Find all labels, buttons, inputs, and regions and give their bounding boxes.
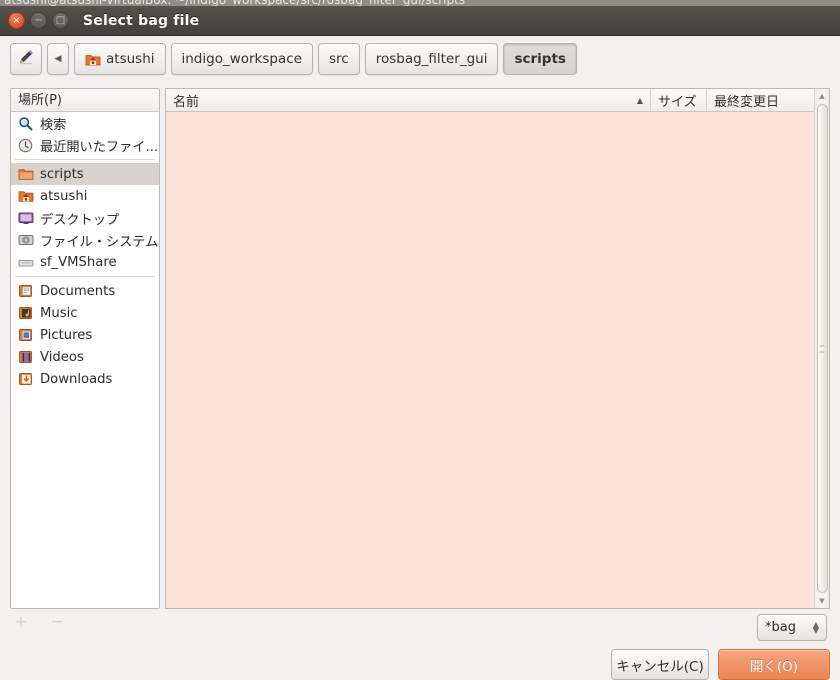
downloads-icon (17, 371, 34, 387)
file-chooser-dialog: ◀ atsushi indigo_workspace src rosbag_fi… (0, 36, 840, 680)
sidebar-item-label: 最近開いたファイ... (40, 139, 159, 155)
breadcrumb-src[interactable]: src (317, 43, 360, 75)
scroll-down-icon[interactable]: ▼ (815, 594, 829, 608)
sidebar-item-label: Music (40, 305, 78, 321)
bookmark-controls: + − (14, 614, 65, 631)
breadcrumb-scripts[interactable]: scripts (503, 43, 577, 75)
window-title: Select bag file (83, 12, 200, 29)
home-folder-icon (85, 52, 101, 66)
sidebar-separator (15, 159, 155, 160)
path-back-button[interactable]: ◀ (47, 43, 69, 75)
column-header-name-label: 名前 (173, 94, 200, 110)
sidebar-item-label: atsushi (40, 188, 88, 204)
sidebar-item-filesystem[interactable]: ファイル・システム (11, 229, 159, 251)
sidebar-item-downloads[interactable]: Downloads (11, 368, 159, 390)
column-header-size[interactable]: サイズ (651, 89, 707, 111)
cancel-button[interactable]: キャンセル(C) (611, 649, 709, 680)
path-bar: ◀ atsushi indigo_workspace src rosbag_fi… (10, 42, 577, 76)
file-list-pane: 名前 ▲ サイズ 最終変更日 ▲ ▼ (165, 88, 830, 609)
sidebar-item-label: Downloads (40, 371, 113, 387)
sidebar-item-desktop[interactable]: デスクトップ (11, 207, 159, 229)
drive-icon (17, 254, 34, 270)
places-header: 場所(P) (11, 89, 159, 112)
videos-icon (17, 349, 34, 365)
sidebar-item-label: Documents (40, 283, 116, 299)
breadcrumb-rosbag_filter_gui[interactable]: rosbag_filter_gui (364, 43, 499, 75)
breadcrumb-atsushi[interactable]: atsushi (74, 43, 166, 75)
scroll-up-icon[interactable]: ▲ (815, 89, 829, 103)
sidebar-item-label: sf_VMShare (40, 254, 117, 270)
minimize-icon[interactable]: − (30, 12, 47, 29)
sidebar-item-search[interactable]: 検索 (11, 112, 159, 134)
desktop-icon (17, 210, 34, 226)
sidebar-separator (15, 276, 155, 277)
open-button[interactable]: 開く(O) (718, 649, 830, 680)
sort-ascending-icon: ▲ (636, 95, 643, 105)
sidebar-item-documents[interactable]: Documents (11, 280, 159, 302)
pencil-icon (17, 48, 35, 70)
sidebar-item-scripts[interactable]: scripts (11, 163, 159, 185)
sidebar-item-label: scripts (40, 166, 84, 182)
sidebar-item-videos[interactable]: Videos (11, 346, 159, 368)
dialog-action-buttons: キャンセル(C) 開く(O) (611, 649, 830, 680)
sidebar-item-label: デスクトップ (40, 212, 120, 228)
sidebar-item-pictures[interactable]: Pictures (11, 324, 159, 346)
search-icon (17, 115, 34, 131)
places-sidebar: 場所(P) 検索 最近開いたファイ... scripts atsushi デスク… (10, 88, 160, 609)
pictures-icon (17, 327, 34, 343)
folder-icon (17, 166, 34, 182)
close-icon[interactable]: × (8, 12, 25, 29)
type-filename-button[interactable] (10, 43, 42, 75)
column-header-modified[interactable]: 最終変更日 (707, 89, 829, 111)
scrollbar-thumb[interactable] (816, 104, 828, 593)
breadcrumb-indigo_workspace[interactable]: indigo_workspace (170, 43, 313, 75)
file-list-rows[interactable] (166, 112, 814, 608)
recent-icon (17, 137, 34, 153)
add-bookmark-button[interactable]: + (14, 614, 28, 631)
sidebar-item-recent[interactable]: 最近開いたファイ... (11, 134, 159, 156)
sidebar-item-label: Pictures (40, 327, 93, 343)
file-type-filter-combo[interactable]: *bag ▲ ▼ (757, 614, 827, 641)
breadcrumb-label: atsushi (106, 51, 155, 67)
maximize-icon[interactable]: □ (52, 12, 69, 29)
home-folder-icon (17, 188, 34, 204)
documents-icon (17, 283, 34, 299)
column-header-name[interactable]: 名前 ▲ (166, 89, 651, 111)
remove-bookmark-button[interactable]: − (50, 614, 64, 631)
sidebar-item-label: 検索 (40, 117, 67, 133)
harddisk-icon (17, 232, 34, 248)
sidebar-item-music[interactable]: Music (11, 302, 159, 324)
sidebar-item-label: Videos (40, 349, 84, 365)
file-list-scrollbar[interactable]: ▲ ▼ (814, 89, 829, 608)
filter-selected-label: *bag (765, 620, 796, 635)
chevron-down-icon: ▼ (812, 625, 819, 635)
music-icon (17, 305, 34, 321)
file-list-header: 名前 ▲ サイズ 最終変更日 (166, 89, 829, 112)
window-titlebar: × − □ Select bag file (0, 6, 840, 36)
sidebar-item-label: ファイル・システム (40, 234, 159, 250)
sidebar-item-sf_VMShare[interactable]: sf_VMShare (11, 251, 159, 273)
chevron-updown-icon: ▲ ▼ (812, 620, 819, 635)
sidebar-item-atsushi[interactable]: atsushi (11, 185, 159, 207)
